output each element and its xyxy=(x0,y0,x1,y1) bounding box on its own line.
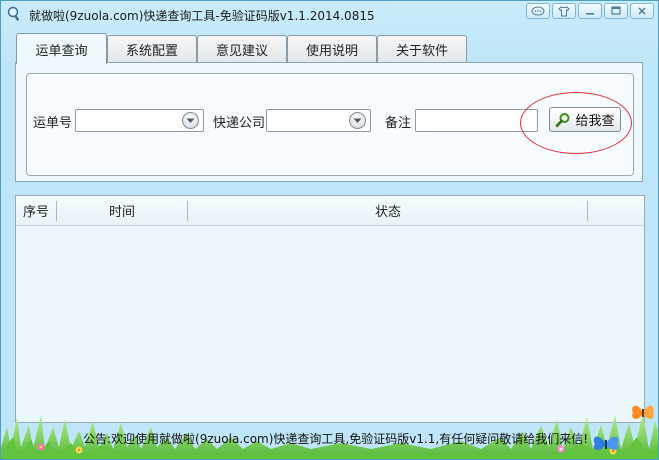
tab-suggestions[interactable]: 意见建议 xyxy=(197,35,287,63)
chevron-down-icon xyxy=(186,118,195,123)
column-header-label: 时间 xyxy=(108,205,135,220)
courier-company-combobox[interactable] xyxy=(266,109,371,132)
tab-waybill-query[interactable]: 运单查询 xyxy=(16,33,107,64)
minimize-button[interactable] xyxy=(578,3,602,19)
close-icon xyxy=(638,7,646,15)
waybill-number-combobox[interactable] xyxy=(75,109,204,132)
column-header-time[interactable]: 时间 xyxy=(57,196,187,225)
waybill-label: 运单号 xyxy=(33,116,73,131)
tab-label: 运单查询 xyxy=(35,43,88,59)
grass-decoration xyxy=(1,405,658,459)
note-label: 备注 xyxy=(385,116,412,131)
tab-label: 系统配置 xyxy=(125,44,178,59)
tab-label: 使用说明 xyxy=(305,44,358,59)
tab-instructions[interactable]: 使用说明 xyxy=(287,35,377,63)
app-window: 就做啦(9zuola.com)快递查询工具-免验证码版v1.1.2014.081… xyxy=(0,0,659,460)
butterfly-icon xyxy=(632,405,654,419)
feedback-button[interactable] xyxy=(526,3,550,19)
table-body xyxy=(16,226,644,422)
tab-system-config[interactable]: 系统配置 xyxy=(107,35,197,63)
window-controls xyxy=(526,3,654,19)
chevron-down-icon xyxy=(353,118,362,123)
column-header-status[interactable]: 状态 xyxy=(188,196,588,225)
window-title: 就做啦(9zuola.com)快递查询工具-免验证码版v1.1.2014.081… xyxy=(29,9,375,23)
minimize-icon xyxy=(586,13,594,15)
tab-about[interactable]: 关于软件 xyxy=(377,35,467,63)
announcement-text: 公告:欢迎使用就做啦(9zuola.com)快递查询工具,免验证码版v1.1,有… xyxy=(83,432,589,446)
skin-button[interactable] xyxy=(552,3,576,19)
column-header-index[interactable]: 序号 xyxy=(16,196,56,225)
dropdown-toggle[interactable] xyxy=(349,112,366,129)
column-header-label: 状态 xyxy=(374,205,401,220)
tab-label: 意见建议 xyxy=(215,44,268,59)
results-table: 序号 时间 状态 xyxy=(15,195,645,423)
highlight-annotation xyxy=(520,92,632,154)
courier-label: 快递公司 xyxy=(213,116,266,131)
title-bar: 就做啦(9zuola.com)快递查询工具-免验证码版v1.1.2014.081… xyxy=(1,1,658,29)
butterfly-icon xyxy=(593,436,619,450)
tab-label: 关于软件 xyxy=(395,44,448,59)
shirt-icon xyxy=(558,5,570,16)
table-header: 序号 时间 状态 xyxy=(16,196,644,226)
dropdown-toggle[interactable] xyxy=(182,112,199,129)
maximize-button[interactable] xyxy=(604,3,628,19)
column-divider[interactable] xyxy=(587,201,588,221)
close-button[interactable] xyxy=(630,3,654,19)
app-magnifier-icon xyxy=(7,6,20,21)
maximize-icon xyxy=(611,6,621,15)
chat-bubble-icon xyxy=(531,6,545,15)
column-header-label: 序号 xyxy=(22,205,49,220)
